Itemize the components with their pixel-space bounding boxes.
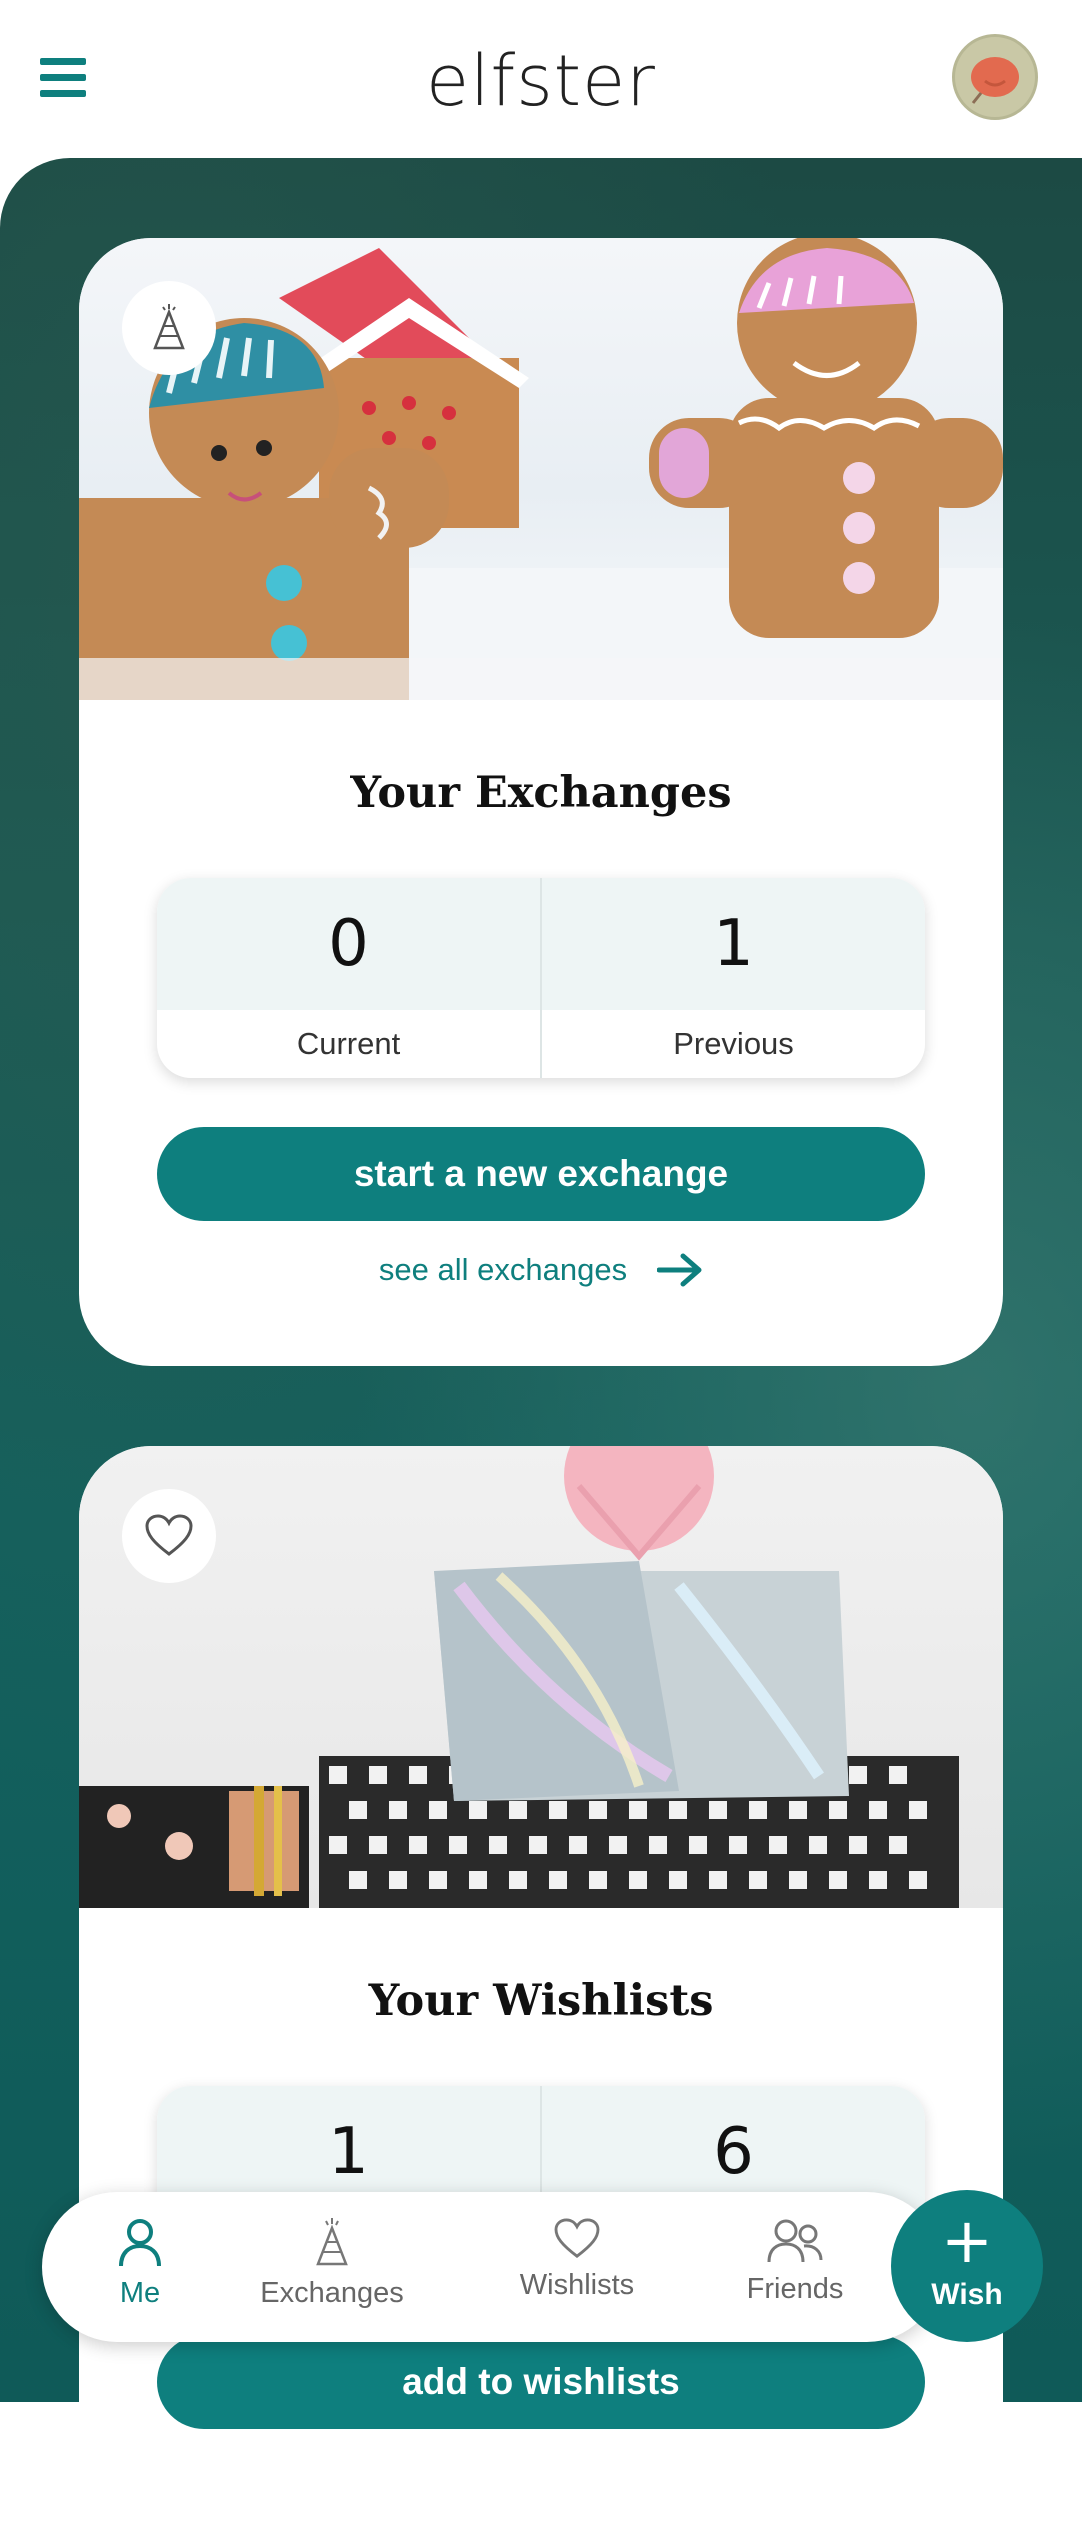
person-icon: [119, 2219, 161, 2267]
stat-current[interactable]: 0 Current: [157, 878, 540, 1078]
see-all-exchanges-link[interactable]: see all exchanges: [79, 1252, 1003, 1288]
party-hat-icon: [153, 304, 185, 350]
exchanges-card: Your Exchanges 0 Current 1 Previous star…: [79, 238, 1003, 1366]
plus-icon: +: [941, 2204, 993, 2277]
heart-icon: [554, 2218, 600, 2258]
stat-previous[interactable]: 1 Previous: [540, 878, 925, 1078]
stat-previous-label: Previous: [673, 1026, 794, 1061]
nav-exchanges[interactable]: Exchanges: [247, 2218, 417, 2310]
exchanges-stats: 0 Current 1 Previous: [157, 878, 925, 1078]
party-hat-icon: [316, 2218, 348, 2266]
nav-me-label: Me: [119, 2277, 161, 2309]
bottom-nav: Me Exchanges Wishlists Friends: [42, 2192, 942, 2342]
stat-current-label: Current: [296, 1026, 401, 1061]
nav-wishlists[interactable]: Wishlists: [502, 2218, 652, 2302]
nav-me[interactable]: Me: [90, 2218, 190, 2310]
user-avatar[interactable]: [952, 34, 1038, 120]
gingerbread-photo: [79, 238, 1003, 700]
nav-friends[interactable]: Friends: [725, 2218, 865, 2306]
arrow-right-icon: [657, 1253, 702, 1287]
heart-icon: [145, 1514, 193, 1556]
wishlists-title: Your Wishlists: [368, 1976, 714, 2026]
start-new-exchange-button[interactable]: start a new exchange: [157, 1127, 925, 1221]
app-logo: elfster: [426, 40, 656, 122]
nav-friends-label: Friends: [746, 2273, 844, 2305]
wishlists-card: Your Wishlists 1 6 add to wishlists: [79, 1446, 1003, 2546]
top-bar: elfster: [0, 0, 1082, 158]
gift-photo: [79, 1446, 1003, 1908]
wish-fab-button[interactable]: + Wish: [891, 2190, 1043, 2342]
see-all-exchanges-label: see all exchanges: [378, 1252, 628, 1287]
exchanges-badge[interactable]: [122, 281, 216, 375]
wishlists-badge[interactable]: [122, 1489, 216, 1583]
exchanges-title: Your Exchanges: [350, 768, 732, 818]
stat-previous-value: 1: [542, 878, 925, 1010]
nav-wishlists-label: Wishlists: [519, 2269, 635, 2301]
people-icon: [767, 2219, 823, 2263]
stat-current-value: 0: [157, 878, 540, 1010]
add-to-wishlists-button[interactable]: add to wishlists: [157, 2335, 925, 2429]
wish-fab-label: Wish: [931, 2278, 1003, 2311]
nav-exchanges-label: Exchanges: [260, 2277, 404, 2309]
